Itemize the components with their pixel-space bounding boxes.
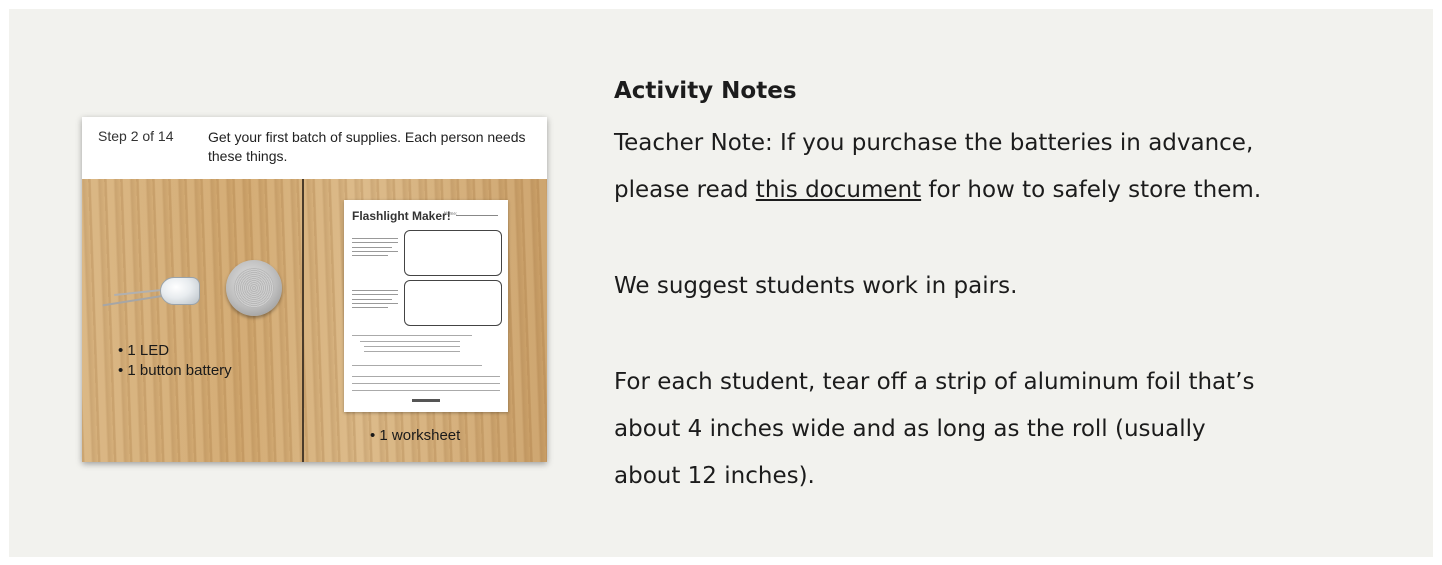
worksheet-answer-line <box>352 390 500 391</box>
battery-face <box>234 268 274 308</box>
supply-item-battery: • 1 button battery <box>118 362 232 379</box>
worksheet-text-line <box>352 242 398 243</box>
worksheet-text-line <box>352 290 398 291</box>
worksheet-name-line <box>456 215 498 216</box>
worksheet-text-line <box>352 303 398 304</box>
slide-image: Step 2 of 14 Get your first batch of sup… <box>82 117 547 462</box>
button-battery-icon <box>226 260 282 316</box>
worksheet-text-line <box>352 365 482 366</box>
worksheet-answer-line <box>352 383 500 384</box>
worksheet-text-line <box>360 341 460 342</box>
foil-note-line: For each student, tear off a strip of al… <box>614 369 1255 395</box>
worksheet-drawing-box <box>404 230 502 276</box>
worksheet-title: Flashlight Maker! <box>352 209 451 223</box>
led-icon <box>160 277 200 305</box>
teacher-note-prefix: please read <box>614 177 756 203</box>
pairs-note: We suggest students work in pairs. <box>614 273 1018 299</box>
storage-document-link[interactable]: this document <box>756 177 921 203</box>
supply-item-led: • 1 LED <box>118 342 170 359</box>
slide-title: Get your first batch of supplies. Each p… <box>208 129 526 164</box>
notes-title: Activity Notes <box>614 78 797 104</box>
worksheet-text-line <box>352 299 392 300</box>
worksheet-text-line <box>364 351 460 352</box>
teacher-note-suffix: for how to safely store them. <box>921 177 1262 203</box>
teacher-note-line: Teacher Note: If you purchase the batter… <box>614 130 1254 156</box>
worksheet-text-line <box>352 255 388 256</box>
teacher-note-line: please read this document for how to saf… <box>614 167 1261 214</box>
worksheet-text-line <box>352 238 398 239</box>
worksheet-text-line <box>352 294 398 295</box>
foil-note-line: about 12 inches). <box>614 463 815 489</box>
worksheet-text-line <box>364 346 460 347</box>
worksheet-text-line <box>352 335 472 336</box>
worksheet-image: Flashlight Maker! Name: <box>344 200 508 412</box>
worksheet-answer-line <box>352 376 500 377</box>
step-label: Step 2 of 14 <box>98 128 174 144</box>
slide-header: Step 2 of 14 Get your first batch of sup… <box>82 117 547 179</box>
foil-note-line: about 4 inches wide and as long as the r… <box>614 416 1206 442</box>
supply-list: • 1 LED • 1 button battery <box>118 341 232 381</box>
worksheet-logo <box>412 399 440 402</box>
slide-divider <box>302 179 304 462</box>
worksheet-drawing-box <box>404 280 502 326</box>
worksheet-text-line <box>352 247 392 248</box>
supply-item-worksheet: • 1 worksheet <box>370 427 461 444</box>
worksheet-text-line <box>352 307 388 308</box>
worksheet-text-line <box>352 251 398 252</box>
